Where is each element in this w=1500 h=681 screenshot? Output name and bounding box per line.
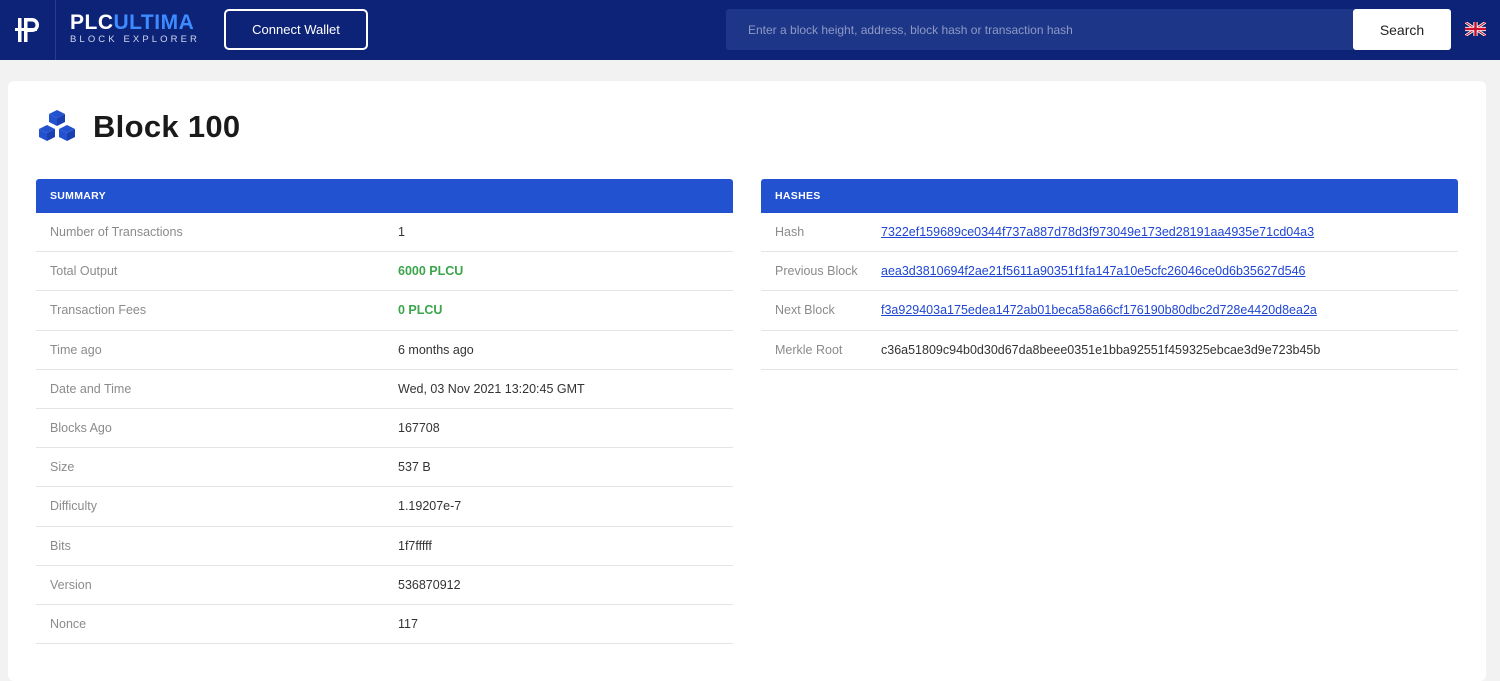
brand-name-prefix: PLC — [70, 11, 114, 34]
summary-value: Wed, 03 Nov 2021 13:20:45 GMT — [398, 381, 585, 396]
summary-row-nonce: Nonce 117 — [36, 605, 733, 645]
summary-panel: SUMMARY Number of Transactions 1 Total Out… — [36, 179, 733, 645]
hash-row-previous-block: Previous Block aea3d3810694f2ae21f5611a90… — [761, 252, 1458, 292]
summary-label: Time ago — [50, 342, 102, 357]
summary-label: Total Output — [50, 264, 118, 279]
summary-label: Blocks Ago — [50, 421, 112, 436]
summary-value: 1 — [398, 225, 405, 240]
summary-row-version: Version 536870912 — [36, 566, 733, 605]
hashes-panel: HASHES Hash 7322ef159689ce0344f737a887d78… — [761, 179, 1458, 370]
hash-row-hash: Hash 7322ef159689ce0344f737a887d78d3f9730… — [761, 213, 1458, 253]
hash-label: Hash — [775, 225, 805, 240]
summary-row-date-and-time: Date and Time Wed, 03 Nov 2021 13:20:45 G… — [36, 370, 733, 409]
hash-value: c36a51809c94b0d30d67da8beee0351e1bba9255… — [881, 342, 1321, 357]
summary-label: Date and Time — [50, 381, 132, 396]
summary-label: Transaction Fees — [50, 303, 147, 318]
summary-row-difficulty: Difficulty 1.19207e-7 — [36, 487, 733, 527]
summary-label: Size — [50, 460, 75, 475]
brand-name-suffix: ULTIMA — [113, 11, 195, 34]
block-title: Block 100 — [93, 109, 241, 144]
summary-row-time-ago: Time ago 6 months ago — [36, 331, 733, 370]
top-navbar: PLCULTIMA BLOCK EXPLORER Connect Wallet … — [0, 0, 1500, 60]
summary-label: Difficulty — [50, 499, 98, 514]
search-button[interactable]: Search — [1353, 9, 1451, 50]
hashes-heading: HASHES — [761, 179, 1458, 213]
hash-link[interactable]: 7322ef159689ce0344f737a887d78d3f973049e1… — [881, 225, 1314, 239]
summary-value: 537 B — [398, 460, 431, 475]
summary-label: Bits — [50, 538, 71, 553]
summary-row-bits: Bits 1f7fffff — [36, 527, 733, 566]
hashes-table: Hash 7322ef159689ce0344f737a887d78d3f9730… — [761, 213, 1458, 370]
brand-logo[interactable]: PLCULTIMA BLOCK EXPLORER — [70, 12, 200, 46]
summary-label: Version — [50, 577, 92, 592]
blocks-icon — [39, 110, 75, 141]
hash-row-merkle-root: Merkle Root c36a51809c94b0d30d67da8beee03… — [761, 331, 1458, 370]
summary-label: Nonce — [50, 616, 87, 631]
summary-row-total-output: Total Output 6000 PLCU — [36, 252, 733, 292]
summary-heading: SUMMARY — [36, 179, 733, 213]
summary-value: 167708 — [398, 421, 440, 436]
hash-row-next-block: Next Block f3a929403a175edea1472ab01beca5… — [761, 291, 1458, 331]
summary-row-size: Size 537 B — [36, 448, 733, 488]
hash-link[interactable]: aea3d3810694f2ae21f5611a90351f1fa147a10e… — [881, 264, 1306, 278]
page-title: Block 100 — [35, 108, 240, 146]
uk-flag-icon[interactable] — [1465, 22, 1486, 36]
summary-value: 117 — [398, 616, 418, 631]
plc-logo-icon[interactable] — [0, 0, 56, 60]
summary-table: Number of Transactions 1 Total Output 6000 … — [36, 213, 733, 645]
hash-link[interactable]: f3a929403a175edea1472ab01beca58a66cf1761… — [881, 303, 1317, 317]
hash-label: Merkle Root — [775, 342, 843, 357]
summary-row-transaction-fees: Transaction Fees 0 PLCU — [36, 291, 733, 331]
search-input[interactable] — [726, 9, 1353, 50]
summary-value: 6 months ago — [398, 342, 474, 357]
brand-subtitle: BLOCK EXPLORER — [70, 34, 200, 45]
brand-name: PLCULTIMA — [70, 12, 200, 34]
summary-value: 1f7fffff — [398, 538, 432, 553]
hash-label: Previous Block — [775, 264, 858, 279]
summary-row-blocks-ago: Blocks Ago 167708 — [36, 409, 733, 449]
summary-row-number-of-transactions: Number of Transactions 1 — [36, 213, 733, 253]
summary-value: 6000 PLCU — [398, 264, 464, 279]
summary-value: 0 PLCU — [398, 303, 443, 318]
hash-label: Next Block — [775, 303, 835, 318]
summary-value: 536870912 — [398, 577, 461, 592]
summary-label: Number of Transactions — [50, 225, 183, 240]
summary-value: 1.19207e-7 — [398, 499, 462, 514]
connect-wallet-button[interactable]: Connect Wallet — [224, 9, 368, 50]
